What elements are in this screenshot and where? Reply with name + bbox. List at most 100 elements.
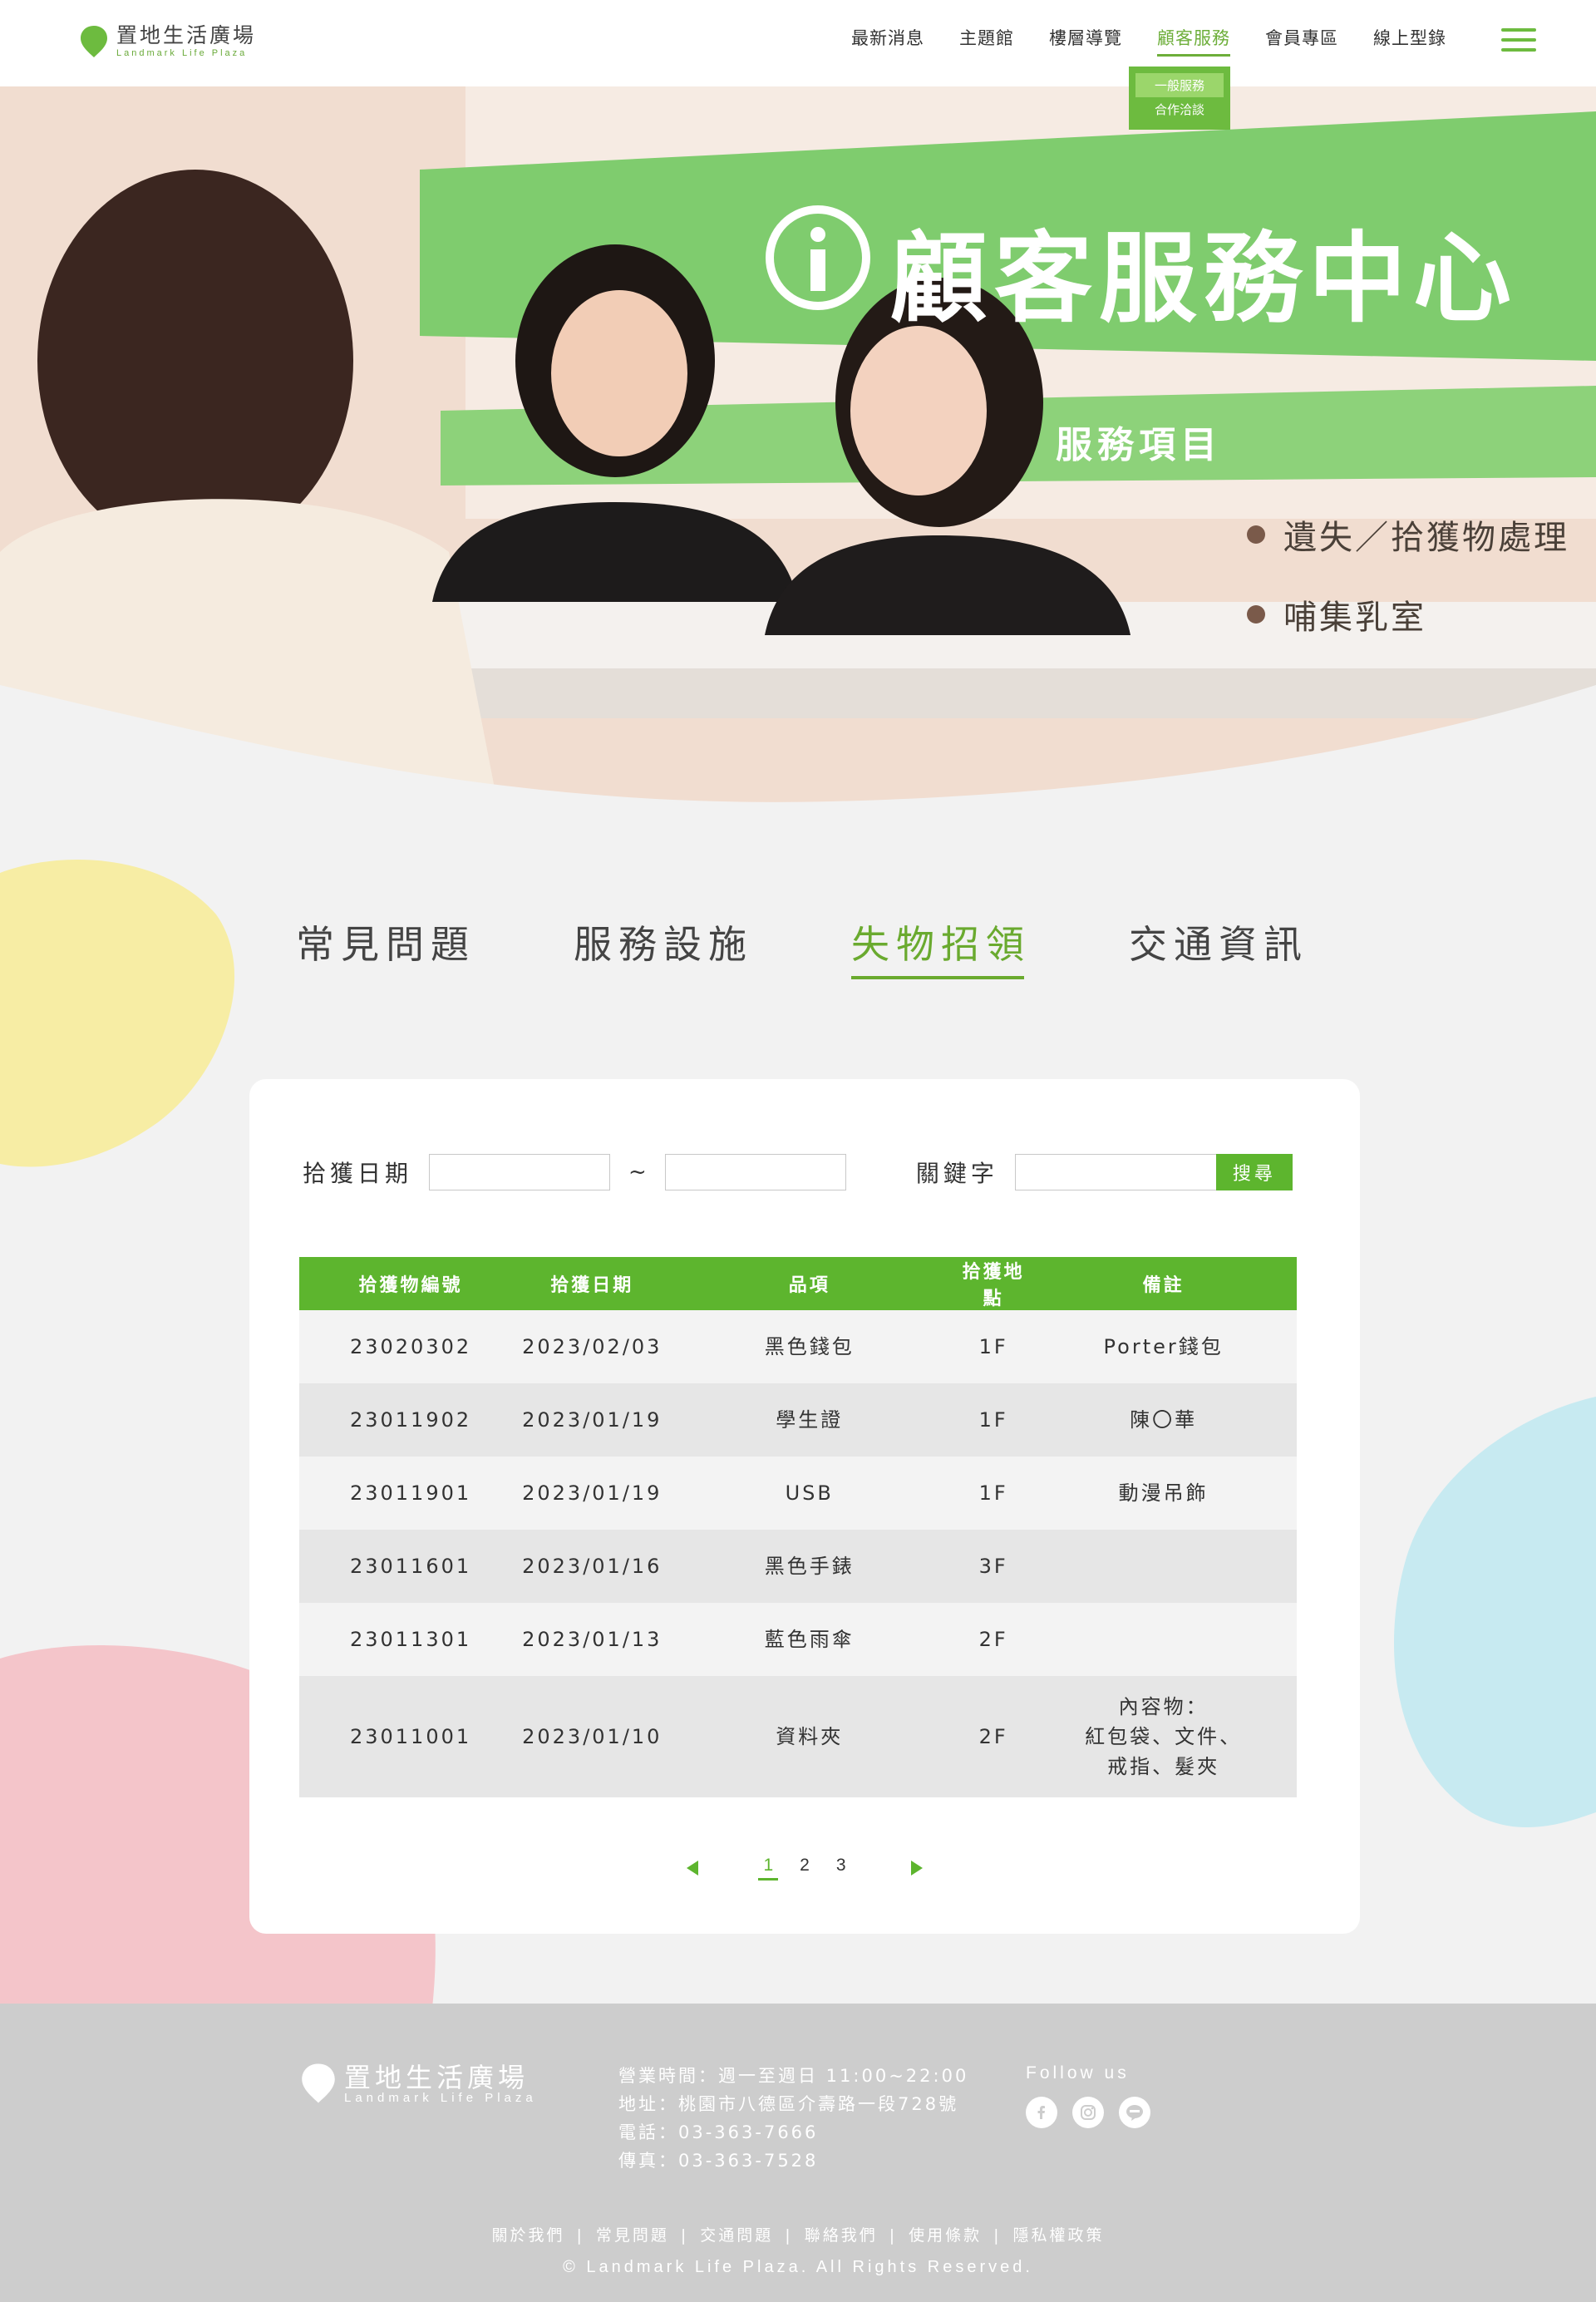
note-line: 戒指、髮夾 [1107,1755,1220,1778]
hero-service-item: 哺集乳室 [1247,590,1569,638]
logo-chinese-text: 置地生活廣場 [116,23,257,47]
cell-item: 資料夾 [662,1676,957,1797]
cell-note: 動漫吊飾 [1030,1457,1297,1530]
cell-date: 2023/01/19 [522,1457,663,1530]
dropdown-general-service[interactable]: 一般服務 [1135,73,1224,97]
table-row: 23020302 2023/02/03 黑色錢包 1F Porter錢包 [299,1310,1297,1383]
footer-phone: 電話：03-363-7666 [618,2122,819,2142]
cell-note [1030,1530,1297,1603]
nav-news[interactable]: 最新消息 [851,25,924,57]
cell-id: 23011301 [299,1603,523,1676]
line-icon[interactable] [1119,2097,1150,2128]
cell-item: 黑色錢包 [662,1310,957,1383]
footer-link-traffic[interactable]: 交通問題 [700,2226,773,2245]
next-page-arrow-icon[interactable] [910,1861,923,1876]
social-icons [1026,2097,1150,2128]
cell-date: 2023/01/10 [522,1676,663,1797]
lost-and-found-card: 拾獲日期 ~ 關鍵字 搜尋 拾獲物編號 拾獲日期 品項 拾獲地點 備註 2302… [249,1079,1360,1934]
table-row: 23011301 2023/01/13 藍色雨傘 2F [299,1603,1297,1676]
cell-item: 黑色手錶 [662,1530,957,1603]
table-header-row: 拾獲物編號 拾獲日期 品項 拾獲地點 備註 [299,1257,1297,1310]
dropdown-cooperation[interactable]: 合作洽談 [1135,97,1224,121]
nav-customer-service[interactable]: 顧客服務 [1157,25,1230,57]
footer-logo-pin-icon [302,2063,335,2103]
column-header-date: 拾獲日期 [522,1257,663,1310]
footer-logo-english-text: Landmark Life Plaza [344,2091,537,2105]
hero-illustration [0,86,1596,810]
keyword-label: 關鍵字 [915,1160,998,1187]
footer-link-terms[interactable]: 使用條款 [909,2226,982,2245]
cell-location: 1F [957,1310,1031,1383]
cell-date: 2023/01/19 [522,1383,663,1457]
date-to-input[interactable] [664,1154,846,1190]
table-row: 23011902 2023/01/19 學生證 1F 陳〇華 [299,1383,1297,1457]
date-from-input[interactable] [429,1154,611,1190]
cell-location: 1F [957,1457,1031,1530]
note-line: 紅包袋、文件、 [1085,1725,1243,1748]
tab-faq[interactable]: 常見問題 [296,914,475,979]
link-separator: | [889,2226,898,2245]
link-separator: | [993,2226,1002,2245]
table-row: 23011901 2023/01/19 USB 1F 動漫吊飾 [299,1457,1297,1530]
nav-members[interactable]: 會員專區 [1265,25,1338,57]
tab-lost-and-found[interactable]: 失物招領 [851,914,1031,979]
lost-items-table: 拾獲物編號 拾獲日期 品項 拾獲地點 備註 23020302 2023/02/0… [299,1257,1297,1797]
tab-facilities[interactable]: 服務設施 [574,914,753,979]
cell-id: 23011001 [299,1676,523,1797]
footer-link-contact[interactable]: 聯絡我們 [805,2226,878,2245]
footer-logo[interactable]: 置地生活廣場 Landmark Life Plaza [301,2062,537,2105]
search-form: 拾獲日期 ~ 關鍵字 搜尋 [303,1152,1300,1192]
cell-id: 23011902 [299,1383,523,1457]
hero-sign-subtitle: 服務項目 [1056,424,1222,466]
page-number[interactable]: 3 [831,1856,851,1881]
table-row: 23011601 2023/01/16 黑色手錶 3F [299,1530,1297,1603]
hero-banner: 顧客服務中心 服務項目 遺失／拾獲物處理 哺集乳室 [0,86,1596,810]
customer-service-dropdown: 一般服務 合作洽談 [1129,67,1230,130]
hero-sign-title: 顧客服務中心 [889,221,1519,336]
footer-link-faq[interactable]: 常見問題 [596,2226,669,2245]
tab-transportation[interactable]: 交通資訊 [1129,914,1308,979]
date-label: 拾獲日期 [303,1160,413,1187]
page-number[interactable]: 2 [795,1856,815,1881]
site-footer: 置地生活廣場 Landmark Life Plaza 營業時間：週一至週日 11… [0,2004,1596,2302]
cell-note: 陳〇華 [1030,1383,1297,1457]
pagination: 1 2 3 [249,1856,1360,1881]
logo-pin-icon [81,26,107,57]
nav-floor-guide[interactable]: 樓層導覽 [1049,25,1122,57]
hero-service-text: 遺失／拾獲物處理 [1283,519,1569,557]
bullet-icon [1247,605,1265,624]
cell-id: 23011901 [299,1457,523,1530]
instagram-icon[interactable] [1072,2097,1104,2128]
nav-catalog[interactable]: 線上型錄 [1373,25,1446,57]
cell-date: 2023/02/03 [522,1310,663,1383]
column-header-item: 品項 [662,1257,957,1310]
keyword-input[interactable] [1014,1154,1216,1190]
footer-logo-chinese-text: 置地生活廣場 [344,2062,530,2093]
prev-page-arrow-icon[interactable] [687,1861,699,1876]
cell-id: 23020302 [299,1310,523,1383]
hero-service-item: 遺失／拾獲物處理 [1247,510,1569,559]
menu-hamburger-icon[interactable] [1501,28,1536,57]
copyright-text: © Landmark Life Plaza. All Rights Reserv… [563,2258,1033,2276]
follow-us-title: Follow us [1026,2063,1130,2083]
page-number[interactable]: 1 [758,1856,778,1881]
footer-link-privacy[interactable]: 隱私權政策 [1013,2226,1105,2245]
nav-themes[interactable]: 主題館 [959,25,1014,57]
column-header-note: 備註 [1030,1257,1297,1310]
site-logo[interactable]: 置地生活廣場 Landmark Life Plaza [80,22,256,62]
facebook-icon[interactable] [1026,2097,1057,2128]
cell-item: 學生證 [662,1383,957,1457]
footer-link-about[interactable]: 關於我們 [491,2226,564,2245]
search-button[interactable]: 搜尋 [1215,1154,1293,1190]
link-separator: | [576,2226,584,2245]
footer-fax: 傳真：03-363-7528 [618,2151,819,2171]
blue-blob-decoration [1393,1397,1596,1828]
footer-follow: Follow us [1026,2063,1150,2128]
cell-location: 3F [957,1530,1031,1603]
footer-links: 關於我們 | 常見問題 | 交通問題 | 聯絡我們 | 使用條款 | 隱私權政策 [0,2223,1596,2245]
date-range-separator: ~ [628,1160,647,1185]
cell-item: 藍色雨傘 [662,1603,957,1676]
service-tabs: 常見問題 服務設施 失物招領 交通資訊 [296,914,1308,979]
footer-contact-info: 營業時間：週一至週日 11:00~22:00 地址：桃園市八德區介壽路一段728… [618,2062,968,2175]
cell-note: 內容物： 紅包袋、文件、 戒指、髮夾 [1030,1676,1297,1797]
